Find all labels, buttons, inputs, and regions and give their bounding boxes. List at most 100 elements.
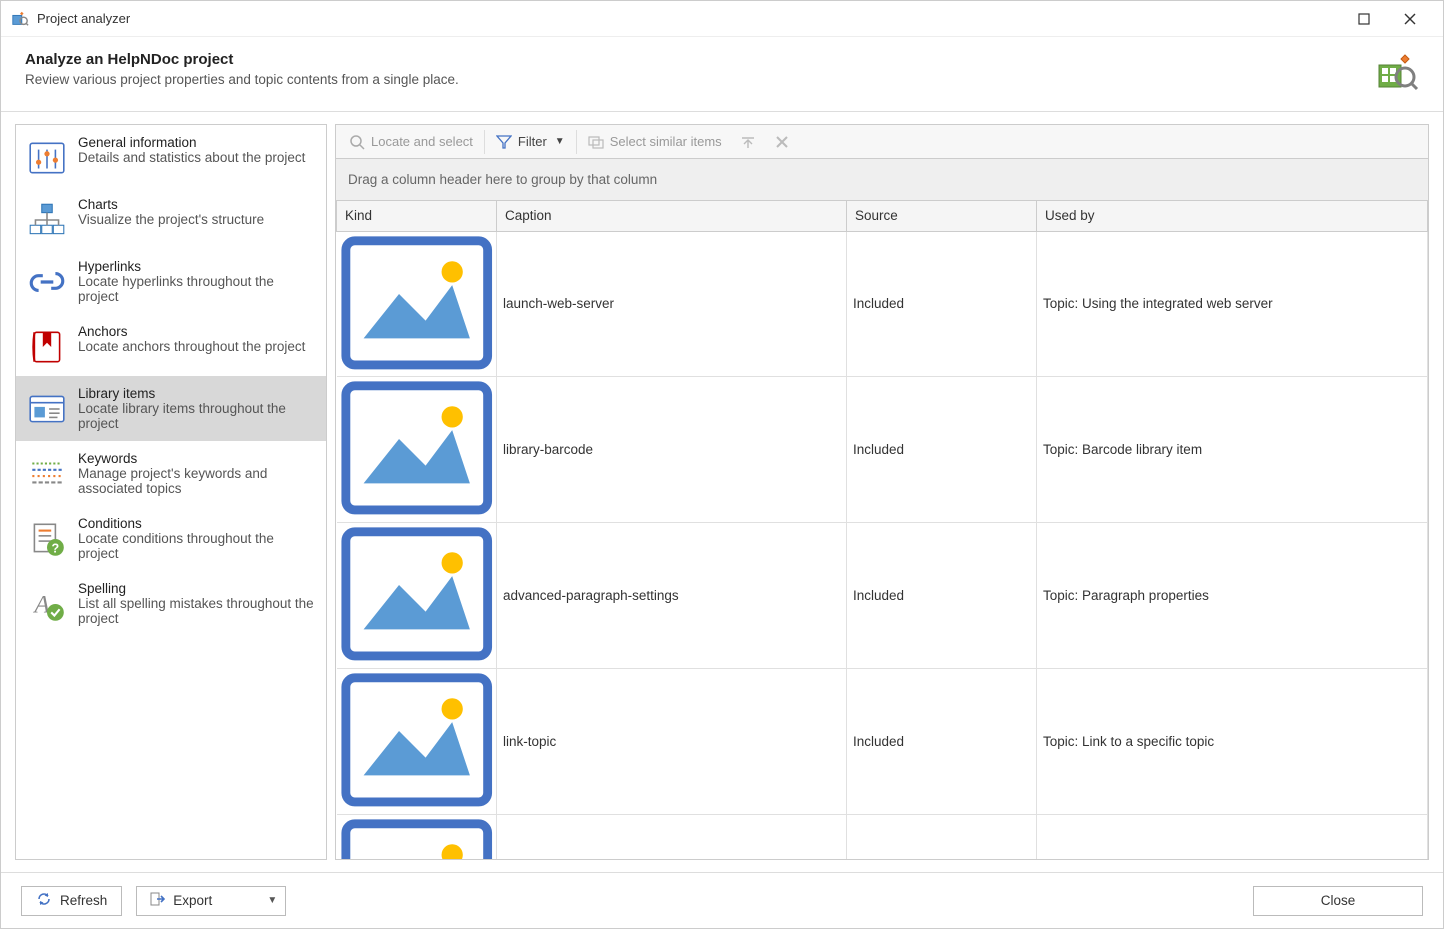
chevron-down-icon: ▼ bbox=[555, 136, 565, 147]
window-maximize-button[interactable] bbox=[1341, 4, 1387, 34]
sidebar-item-title: General information bbox=[78, 135, 316, 150]
chevron-down-icon: ▼ bbox=[267, 895, 277, 906]
bookmark-icon bbox=[26, 324, 68, 366]
sidebar-item-anchors[interactable]: AnchorsLocate anchors throughout the pro… bbox=[16, 314, 326, 376]
column-header-kind[interactable]: Kind bbox=[337, 201, 497, 231]
sidebar-item-desc: Manage project's keywords and associated… bbox=[78, 466, 316, 496]
filter-label: Filter bbox=[518, 134, 547, 149]
locate-and-select-button[interactable]: Locate and select bbox=[340, 128, 482, 156]
window-close-button[interactable] bbox=[1387, 4, 1433, 34]
sliders-icon bbox=[26, 135, 68, 177]
picture-icon bbox=[337, 507, 496, 522]
link-icon bbox=[26, 259, 68, 301]
sidebar-item-hyperlinks[interactable]: HyperlinksLocate hyperlinks throughout t… bbox=[16, 249, 326, 314]
header: Analyze an HelpNDoc project Review vario… bbox=[1, 37, 1443, 112]
table-row[interactable]: Picturelibrary-barcodeIncludedTopic: Bar… bbox=[337, 377, 1428, 523]
select-parent-button[interactable] bbox=[731, 128, 765, 156]
sidebar-item-spelling[interactable]: A SpellingList all spelling mistakes thro… bbox=[16, 571, 326, 636]
sidebar-item-conditions[interactable]: ? ConditionsLocate conditions throughout … bbox=[16, 506, 326, 571]
select-similar-button[interactable]: Select similar items bbox=[579, 128, 731, 156]
cell-source: Included bbox=[847, 814, 1037, 859]
cell-used-by: Topic: Paragraph properties bbox=[1037, 523, 1428, 669]
sidebar-item-title: Keywords bbox=[78, 451, 316, 466]
cell-source: Included bbox=[847, 377, 1037, 523]
library-icon bbox=[26, 386, 68, 428]
sidebar-item-desc: Locate library items throughout the proj… bbox=[78, 401, 316, 431]
cell-caption: launch-web-server bbox=[497, 231, 847, 377]
sidebar-item-general-information[interactable]: General informationDetails and statistic… bbox=[16, 125, 326, 187]
page-subtitle: Review various project properties and to… bbox=[25, 72, 1357, 87]
export-label: Export bbox=[173, 893, 212, 908]
toolbar-separator bbox=[484, 130, 485, 154]
orgchart-icon bbox=[26, 197, 68, 239]
titlebar: Project analyzer bbox=[1, 1, 1443, 37]
sidebar-item-library-items[interactable]: Library itemsLocate library items throug… bbox=[16, 376, 326, 441]
keywords-icon bbox=[26, 451, 68, 493]
close-button[interactable]: Close bbox=[1253, 886, 1423, 916]
grid[interactable]: Kind Caption Source Used by Picturelaunc… bbox=[336, 201, 1428, 859]
cell-used-by: Topic: Barcode library item bbox=[1037, 377, 1428, 523]
sidebar-item-desc: Visualize the project's structure bbox=[78, 212, 316, 227]
table-row[interactable]: Pictureshortcut-registryIncluded bbox=[337, 814, 1428, 859]
sidebar-item-desc: Locate hyperlinks throughout the project bbox=[78, 274, 316, 304]
analyzer-hero-icon bbox=[1377, 51, 1419, 93]
cell-caption: shortcut-registry bbox=[497, 814, 847, 859]
main-panel: Locate and select Filter ▼ Select simila… bbox=[335, 124, 1429, 860]
table-row[interactable]: Picturelink-topicIncludedTopic: Link to … bbox=[337, 668, 1428, 814]
table-header-row: Kind Caption Source Used by bbox=[337, 201, 1428, 231]
picture-icon bbox=[337, 653, 496, 668]
cell-caption: library-barcode bbox=[497, 377, 847, 523]
refresh-label: Refresh bbox=[60, 893, 107, 908]
sidebar-item-title: Library items bbox=[78, 386, 316, 401]
cell-used-by: Topic: Link to a specific topic bbox=[1037, 668, 1428, 814]
group-by-hint: Drag a column header here to group by th… bbox=[348, 172, 657, 187]
table-row[interactable]: Picturelaunch-web-serverIncludedTopic: U… bbox=[337, 231, 1428, 377]
column-header-source[interactable]: Source bbox=[847, 201, 1037, 231]
table-row[interactable]: Pictureadvanced-paragraph-settingsInclud… bbox=[337, 523, 1428, 669]
cell-caption: advanced-paragraph-settings bbox=[497, 523, 847, 669]
sidebar-item-title: Hyperlinks bbox=[78, 259, 316, 274]
conditions-icon: ? bbox=[26, 516, 68, 558]
sidebar: General informationDetails and statistic… bbox=[15, 124, 327, 860]
footer: Refresh Export ▼ Close bbox=[1, 872, 1443, 928]
export-button[interactable]: Export ▼ bbox=[136, 886, 286, 916]
library-items-table: Kind Caption Source Used by Picturelaunc… bbox=[336, 201, 1428, 859]
sidebar-item-title: Conditions bbox=[78, 516, 316, 531]
cell-source: Included bbox=[847, 523, 1037, 669]
refresh-button[interactable]: Refresh bbox=[21, 886, 122, 916]
group-by-bar[interactable]: Drag a column header here to group by th… bbox=[336, 159, 1428, 201]
page-title: Analyze an HelpNDoc project bbox=[25, 51, 1357, 68]
body: General informationDetails and statistic… bbox=[1, 112, 1443, 872]
sidebar-item-desc: Locate anchors throughout the project bbox=[78, 339, 316, 354]
toolbar: Locate and select Filter ▼ Select simila… bbox=[336, 125, 1428, 159]
spelling-icon: A bbox=[26, 581, 68, 623]
cell-caption: link-topic bbox=[497, 668, 847, 814]
column-header-used-by[interactable]: Used by bbox=[1037, 201, 1428, 231]
svg-text:?: ? bbox=[52, 542, 60, 556]
picture-icon bbox=[337, 799, 496, 814]
refresh-icon bbox=[36, 891, 52, 910]
app-icon bbox=[11, 10, 29, 28]
filter-button[interactable]: Filter ▼ bbox=[487, 128, 574, 156]
sidebar-item-desc: Details and statistics about the project bbox=[78, 150, 316, 165]
sidebar-item-charts[interactable]: ChartsVisualize the project's structure bbox=[16, 187, 326, 249]
export-icon bbox=[149, 891, 165, 910]
select-similar-label: Select similar items bbox=[610, 134, 722, 149]
clear-selection-button[interactable] bbox=[765, 128, 799, 156]
cell-used-by bbox=[1037, 814, 1428, 859]
cell-source: Included bbox=[847, 231, 1037, 377]
window-title: Project analyzer bbox=[37, 11, 130, 26]
close-label: Close bbox=[1321, 893, 1356, 908]
sidebar-item-keywords[interactable]: KeywordsManage project's keywords and as… bbox=[16, 441, 326, 506]
picture-icon bbox=[337, 361, 496, 376]
locate-and-select-label: Locate and select bbox=[371, 134, 473, 149]
sidebar-item-desc: List all spelling mistakes throughout th… bbox=[78, 596, 316, 626]
sidebar-item-title: Anchors bbox=[78, 324, 316, 339]
toolbar-separator bbox=[576, 130, 577, 154]
column-header-caption[interactable]: Caption bbox=[497, 201, 847, 231]
sidebar-item-title: Charts bbox=[78, 197, 316, 212]
sidebar-item-desc: Locate conditions throughout the project bbox=[78, 531, 316, 561]
sidebar-item-title: Spelling bbox=[78, 581, 316, 596]
cell-used-by: Topic: Using the integrated web server bbox=[1037, 231, 1428, 377]
cell-source: Included bbox=[847, 668, 1037, 814]
